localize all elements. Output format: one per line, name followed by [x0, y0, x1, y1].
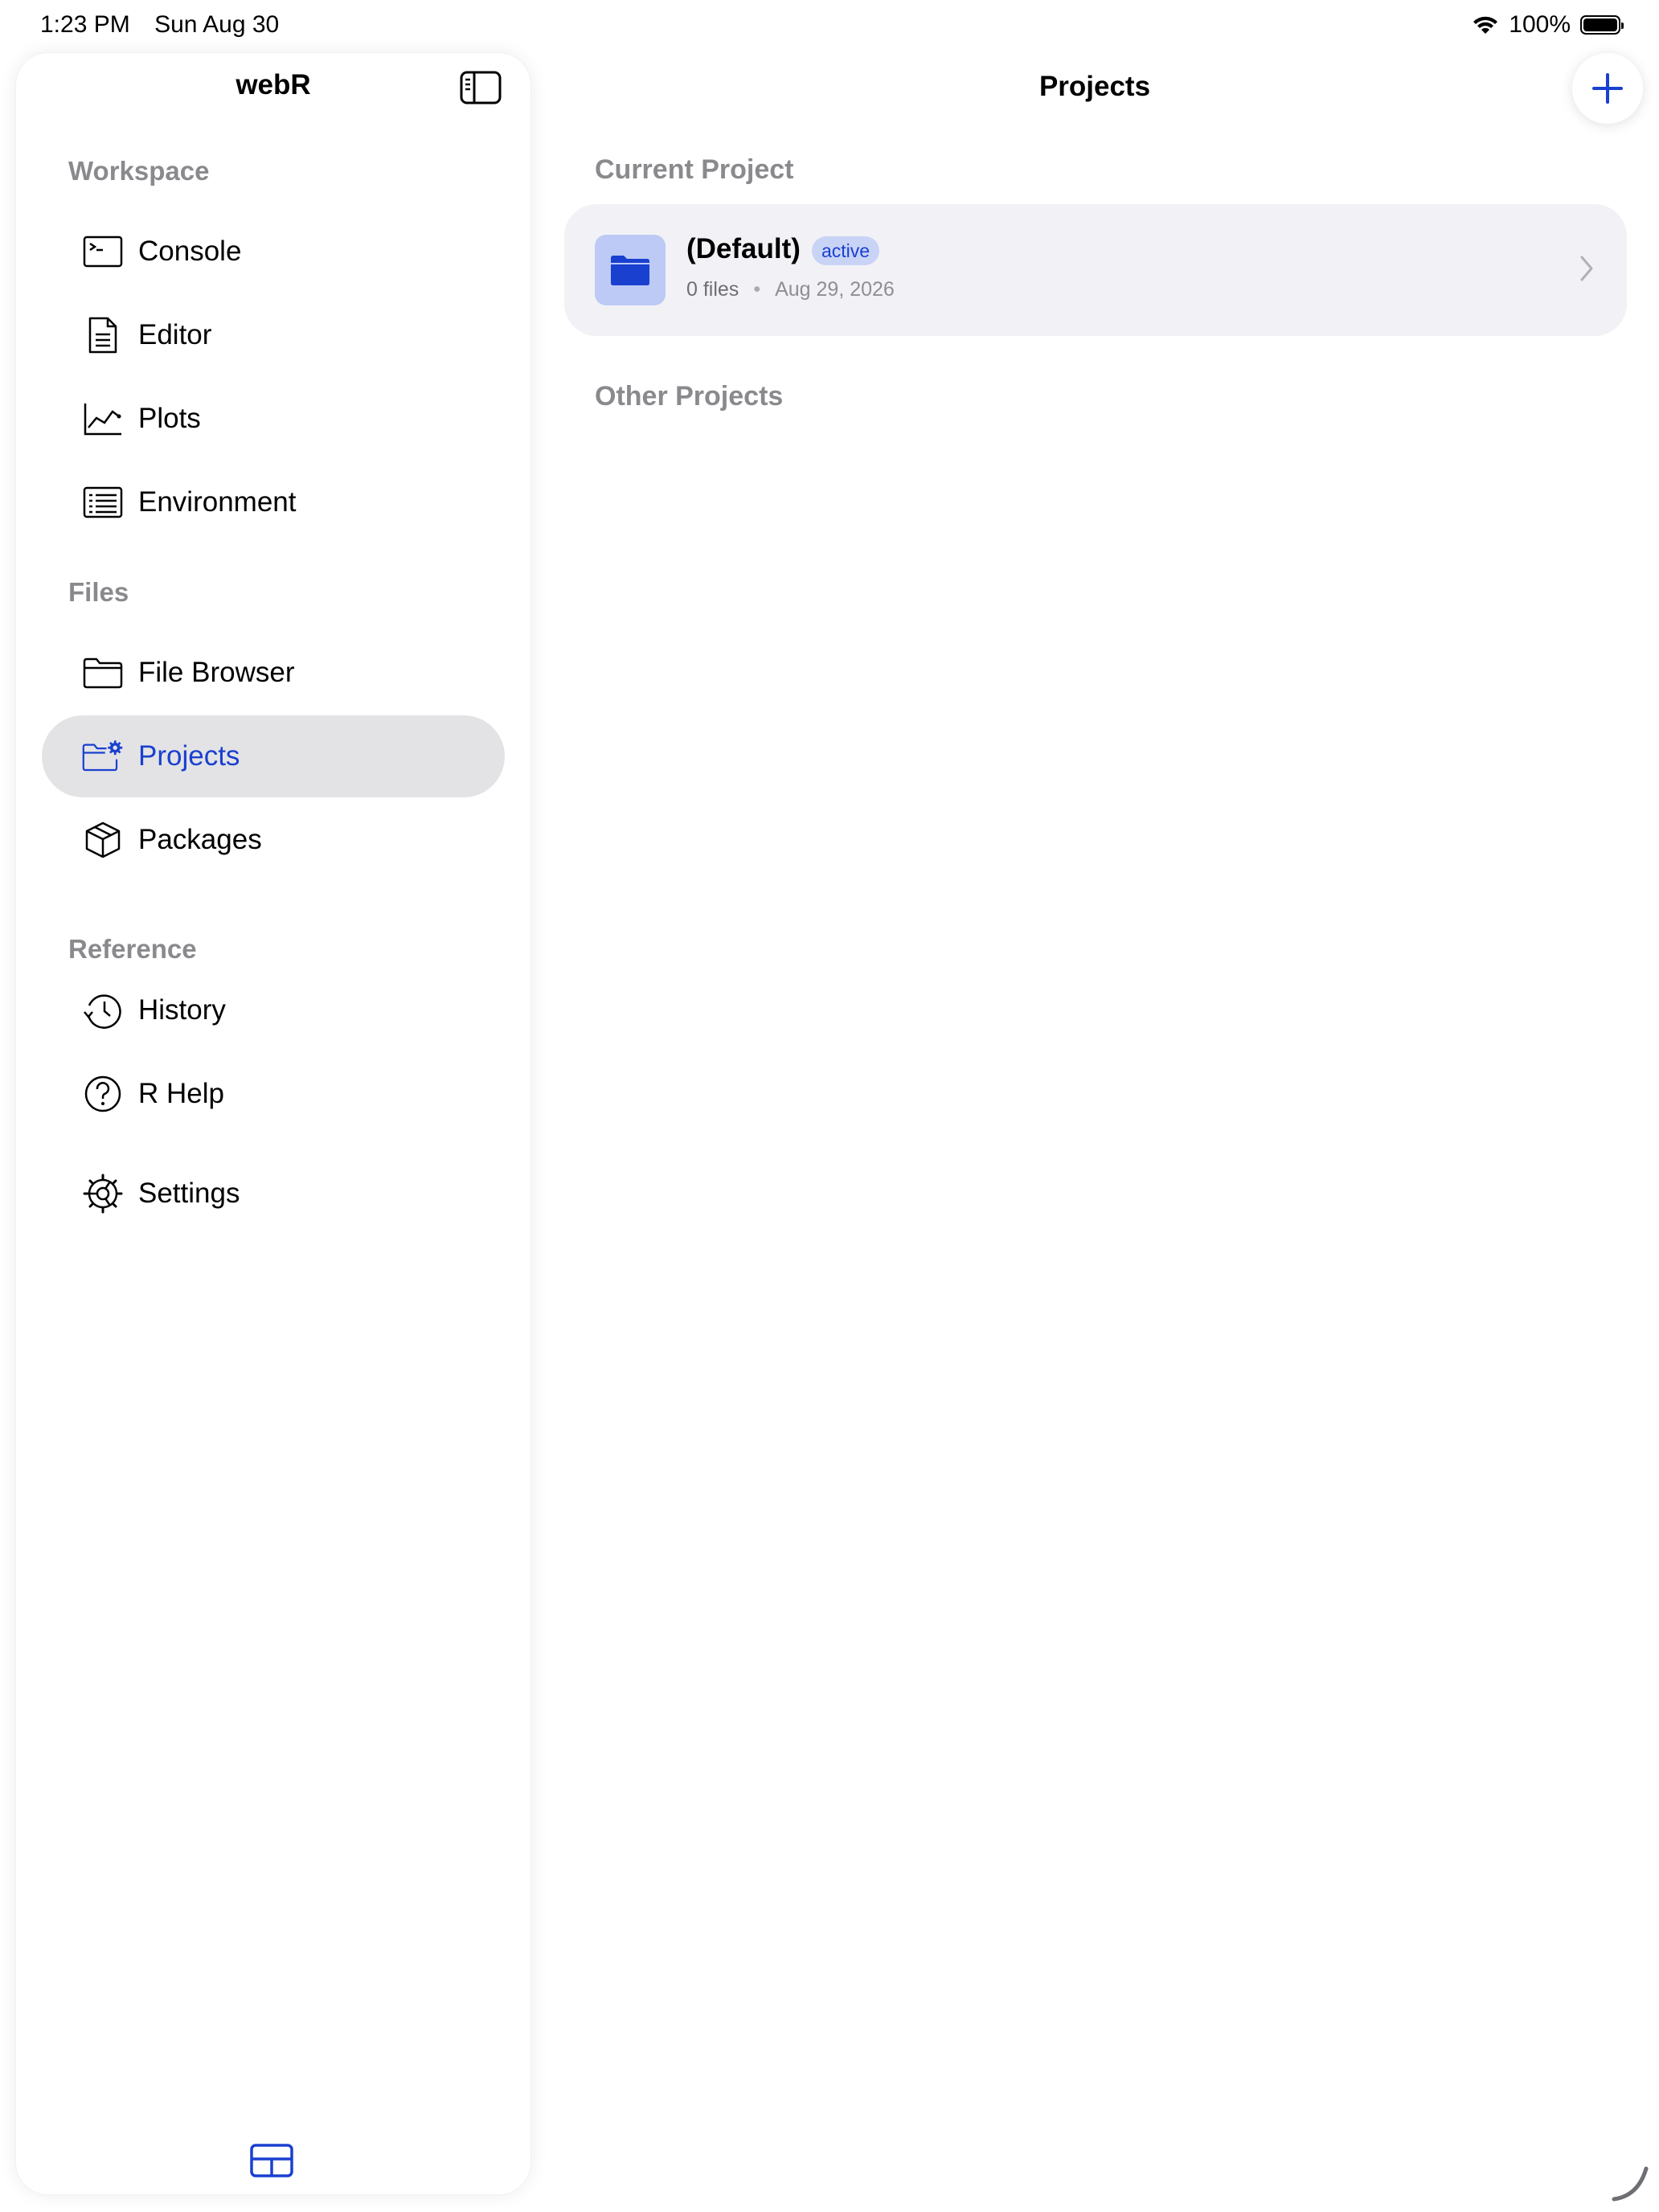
terminal-icon [82, 231, 124, 272]
folder-gear-icon [82, 735, 124, 777]
battery-icon [1580, 15, 1624, 35]
other-projects-label: Other Projects [595, 381, 784, 412]
chevron-right-icon [1580, 256, 1593, 281]
project-file-count: 0 files [686, 278, 739, 301]
status-right: 100% [1472, 11, 1624, 39]
sidebar-item-r-help[interactable]: R Help [42, 1053, 505, 1135]
status-bar: 1:23 PM Sun Aug 30 100% [0, 0, 1659, 51]
sidebar-item-plots[interactable]: Plots [42, 378, 505, 460]
status-badge: active [812, 236, 880, 265]
sidebar-item-label: Editor [138, 319, 212, 350]
project-folder-icon [595, 235, 666, 305]
current-project-label: Current Project [595, 154, 794, 185]
sidebar-item-environment[interactable]: Environment [42, 461, 505, 543]
sidebar-item-label: Plots [138, 403, 201, 434]
sidebar-item-label: Console [138, 236, 242, 267]
history-clock-icon [82, 989, 124, 1031]
sidebar-item-settings[interactable]: Settings [42, 1153, 505, 1235]
project-name: (Default) [686, 233, 801, 264]
resize-handle-icon[interactable] [1611, 2164, 1649, 2202]
plus-icon [1592, 73, 1623, 104]
line-chart-icon [82, 398, 124, 440]
list-icon [82, 481, 124, 523]
sidebar-item-history[interactable]: History [42, 969, 505, 1051]
add-project-button[interactable] [1572, 53, 1643, 124]
sidebar-item-editor[interactable]: Editor [42, 294, 505, 376]
project-meta: 0 files • Aug 29, 2026 [686, 278, 895, 301]
sidebar-title: webR [236, 69, 311, 100]
sidebar-item-label: Environment [138, 486, 297, 518]
wifi-icon [1473, 16, 1498, 34]
section-workspace: Workspace [68, 156, 210, 186]
sidebar-item-label: Packages [138, 824, 262, 855]
status-left: 1:23 PM Sun Aug 30 [40, 11, 297, 39]
separator-dot-icon: • [753, 278, 761, 301]
sidebar-item-projects[interactable]: Projects [42, 715, 505, 797]
project-row-default[interactable]: (Default) active 0 files • Aug 29, 2026 [564, 204, 1627, 336]
sidebar-toggle-icon[interactable] [460, 71, 502, 104]
document-icon [82, 314, 124, 356]
folder-icon [82, 652, 124, 694]
battery-percent: 100% [1509, 11, 1571, 38]
page-title: Projects [1038, 71, 1151, 102]
question-circle-icon [82, 1073, 124, 1115]
sidebar: webR Workspace Console Editor Plots Envi… [16, 53, 530, 2194]
sidebar-item-file-browser[interactable]: File Browser [42, 632, 505, 714]
sidebar-item-label: History [138, 994, 226, 1026]
section-reference: Reference [68, 934, 197, 964]
sidebar-item-label: File Browser [138, 657, 295, 688]
package-box-icon [82, 819, 124, 861]
status-date: Sun Aug 30 [154, 11, 280, 38]
sidebar-item-label: Settings [138, 1178, 240, 1209]
section-files: Files [68, 577, 129, 607]
status-time: 1:23 PM [40, 11, 130, 38]
sidebar-item-label: R Help [138, 1078, 224, 1109]
gear-icon [82, 1173, 124, 1215]
sidebar-item-label: Projects [138, 740, 240, 772]
sidebar-item-console[interactable]: Console [42, 211, 505, 293]
project-date: Aug 29, 2026 [775, 278, 895, 301]
grid-layout-icon[interactable] [249, 2143, 294, 2178]
sidebar-item-packages[interactable]: Packages [42, 799, 505, 881]
